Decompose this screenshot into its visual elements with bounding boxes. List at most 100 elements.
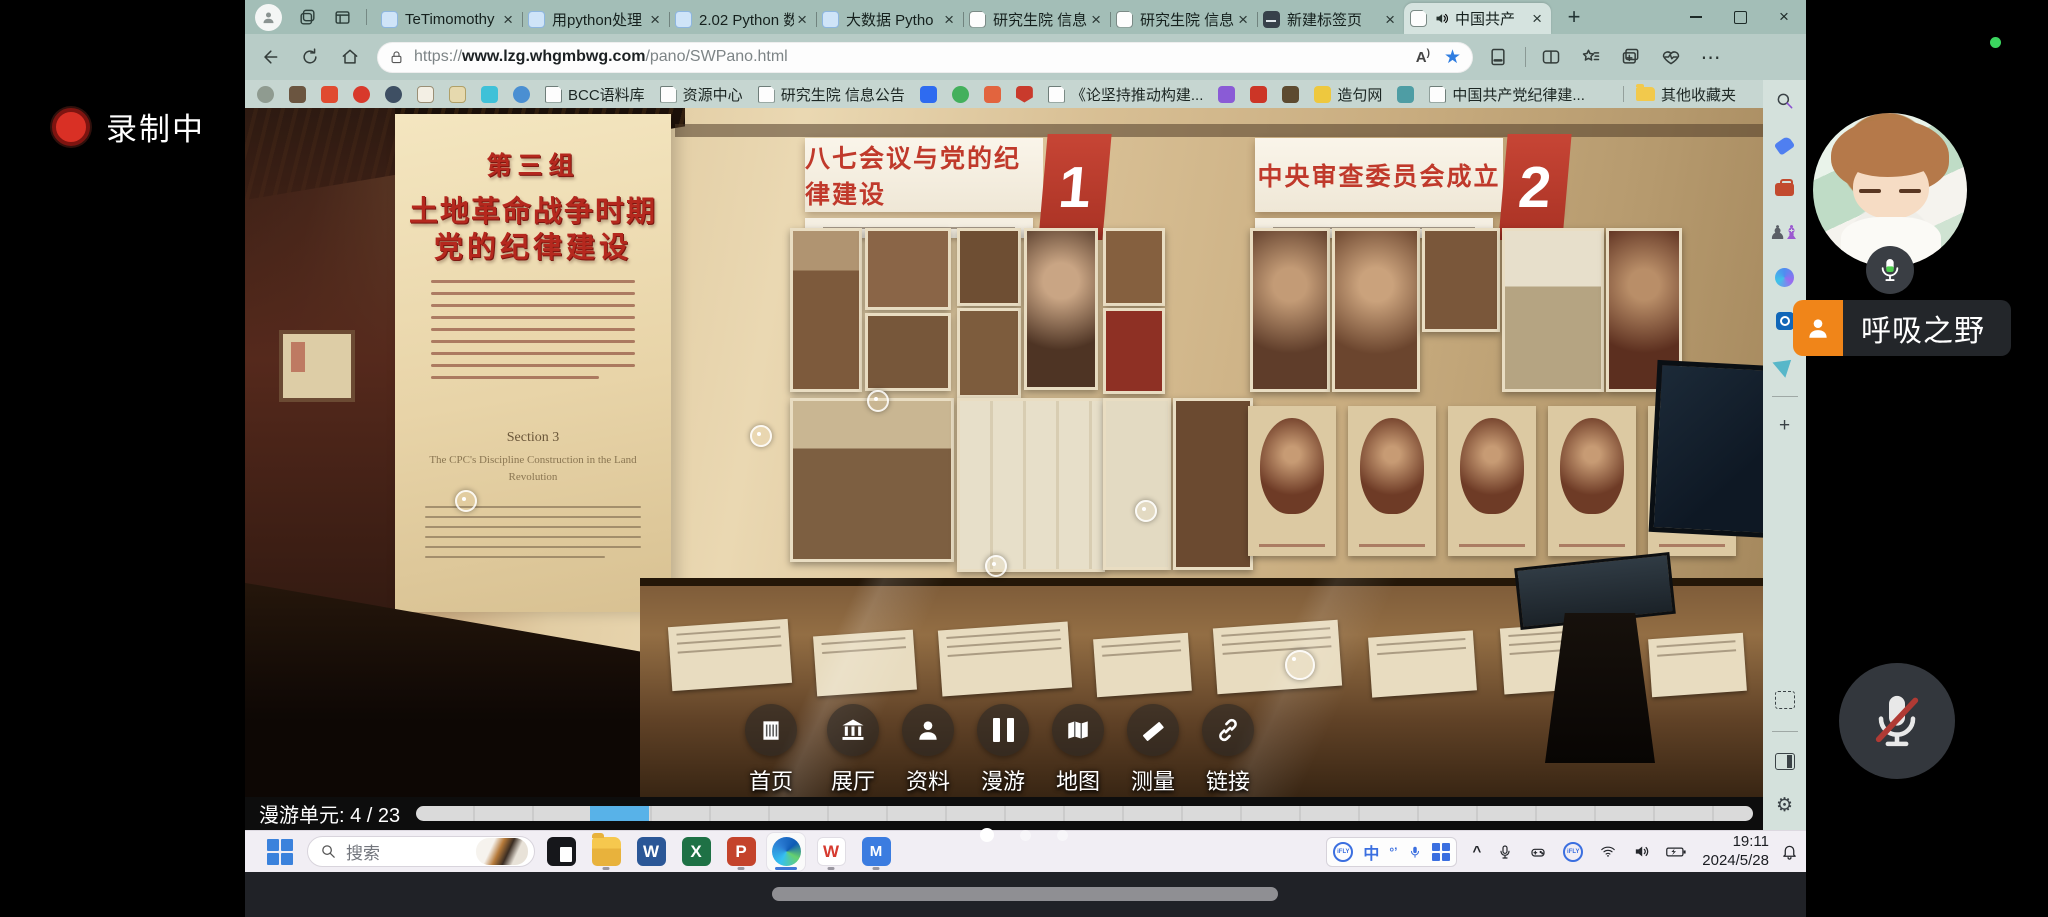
browser-profile-avatar[interactable]	[255, 4, 282, 31]
bookmark-bcc-corpus[interactable]: BCC语料库	[545, 84, 645, 105]
hidden-icons-chevron[interactable]: ^	[1473, 843, 1482, 860]
bookmark-classic-text[interactable]	[449, 86, 466, 103]
bookmark-zaoju-site[interactable]: 造句网	[1314, 84, 1382, 105]
sidebar-copilot-icon[interactable]	[1770, 262, 1800, 292]
web-capture-icon[interactable]	[1770, 685, 1800, 715]
sidebar-toolbox-icon[interactable]	[1770, 174, 1800, 204]
taskbar-meeting-app[interactable]: M	[857, 833, 895, 871]
tray-clock[interactable]: 19:11 2024/5/28	[1702, 833, 1769, 871]
pano-nav-link[interactable]: 链接	[1174, 704, 1282, 796]
wifi-icon[interactable]	[1599, 844, 1617, 859]
lock-icon[interactable]	[389, 50, 404, 65]
new-tab-button[interactable]: +	[1559, 2, 1589, 32]
taskbar-app-dark[interactable]	[542, 833, 580, 871]
taskbar-word[interactable]: W	[632, 833, 670, 871]
bookmark-xi-square[interactable]	[1282, 86, 1299, 103]
other-favorites-folder[interactable]: 其他收藏夹	[1636, 84, 1736, 105]
bookmark-red-flag[interactable]	[321, 86, 338, 103]
sidebar-shopping-icon[interactable]	[1770, 130, 1800, 160]
tab-tetimomothy[interactable]: TeTimomothy ×	[375, 4, 522, 34]
tab-cpc-pano-active[interactable]: 中国共产 ×	[1404, 3, 1551, 34]
taskbar-excel[interactable]: X	[677, 833, 715, 871]
bookmark-zhihu[interactable]	[920, 86, 937, 103]
bookmark-colorful[interactable]	[984, 86, 1001, 103]
tab-close-icon[interactable]: ×	[1235, 11, 1251, 28]
notification-bell-icon[interactable]	[1781, 843, 1798, 861]
ifly-logo-icon[interactable]: iFLY	[1333, 842, 1353, 862]
tab-python-202[interactable]: 2.02 Python 数 ×	[669, 4, 816, 34]
tab-close-icon[interactable]: ×	[647, 11, 663, 28]
bookmark-green-ring[interactable]	[952, 86, 969, 103]
tab-close-icon[interactable]: ×	[1382, 11, 1398, 28]
pano-hotspot[interactable]	[985, 555, 1007, 577]
pano-hotspot[interactable]	[867, 390, 889, 412]
home-button[interactable]	[335, 42, 365, 72]
bookmark-round-logo[interactable]	[257, 86, 274, 103]
sidebar-search-icon[interactable]	[1770, 86, 1800, 116]
settings-more-icon[interactable]: ⋯	[1696, 42, 1726, 72]
favorites-icon[interactable]	[1576, 42, 1606, 72]
bookmark-cpc-discipline-doc[interactable]: 中国共产党纪律建...	[1429, 84, 1585, 105]
bookmark-resource-center[interactable]: 资源中心	[660, 84, 743, 105]
sidebar-panel-icon[interactable]	[1770, 746, 1800, 776]
tab-bigdata-python[interactable]: 大数据 Pytho ×	[816, 4, 963, 34]
sidebar-drop-icon[interactable]	[1770, 350, 1800, 380]
tray-mic-icon[interactable]	[1497, 843, 1513, 861]
ime-toolbar[interactable]: iFLY 中 °’	[1326, 837, 1456, 867]
browser-essentials-icon[interactable]	[1656, 42, 1686, 72]
tab-gradschool-1[interactable]: 研究生院 信息 ×	[963, 4, 1110, 34]
bookmark-red-calligraphy[interactable]	[1250, 86, 1267, 103]
bookmark-shield[interactable]	[1016, 86, 1033, 103]
pano-viewer[interactable]: 第三组 土地革命战争时期 党的纪律建设 Section 3 The CPC's …	[245, 108, 1763, 830]
bookmark-gradient[interactable]	[1218, 86, 1235, 103]
tab-python-process[interactable]: 用python处理 ×	[522, 4, 669, 34]
ime-tone-icon[interactable]: °’	[1389, 845, 1397, 859]
ime-grid-icon[interactable]	[1432, 843, 1450, 861]
bookmark-party-emblem[interactable]	[353, 86, 370, 103]
ime-chinese-mode-icon[interactable]: 中	[1363, 840, 1379, 864]
start-button[interactable]	[267, 839, 293, 865]
sidebar-settings-gear-icon[interactable]: ⚙	[1770, 790, 1800, 820]
bookmark-grad-school-notice[interactable]: 研究生院 信息公告	[758, 84, 905, 105]
pano-hotspot[interactable]	[1285, 650, 1315, 680]
tab-gradschool-2[interactable]: 研究生院 信息 ×	[1110, 4, 1257, 34]
tour-progress-thumb[interactable]	[590, 806, 649, 821]
bookmark-tu-square[interactable]	[1397, 86, 1414, 103]
ime-mic-icon[interactable]	[1408, 844, 1422, 860]
taskbar-search-box[interactable]: 搜索	[307, 836, 535, 867]
taskbar-wps[interactable]: W	[812, 833, 850, 871]
favorite-star-icon[interactable]: ★	[1444, 46, 1461, 69]
taskbar-powerpoint[interactable]: P	[722, 833, 760, 871]
address-bar[interactable]: https://www.lzg.whgmbwg.com/pano/SWPano.…	[377, 42, 1473, 73]
sidebar-games-icon[interactable]: ♟♝	[1770, 218, 1800, 248]
tab-new-tab-page[interactable]: 新建标签页 ×	[1257, 4, 1404, 34]
bookmark-bird[interactable]	[513, 86, 530, 103]
taskbar-file-explorer[interactable]	[587, 833, 625, 871]
tab-close-icon[interactable]: ×	[500, 11, 516, 28]
pano-hotspot[interactable]	[750, 425, 772, 447]
sidebar-customize-plus-icon[interactable]: +	[1770, 411, 1800, 441]
page-indicator-dots[interactable]	[980, 828, 1068, 842]
back-button[interactable]	[255, 42, 285, 72]
bookmark-calligraphy[interactable]	[417, 86, 434, 103]
tray-gamepad-icon[interactable]	[1529, 844, 1547, 860]
bookmark-globe[interactable]	[385, 86, 402, 103]
scroll-handle[interactable]	[772, 887, 1278, 901]
pano-hotspot[interactable]	[455, 490, 477, 512]
close-button[interactable]: ×	[1762, 0, 1806, 34]
taskbar-edge-active[interactable]	[767, 833, 805, 871]
tab-close-icon[interactable]: ×	[794, 11, 810, 28]
tab-close-icon[interactable]: ×	[941, 11, 957, 28]
restore-button[interactable]	[1718, 0, 1762, 34]
tab-close-icon[interactable]: ×	[1529, 10, 1545, 27]
bookmark-lock[interactable]	[481, 86, 498, 103]
split-screen-icon[interactable]	[1536, 42, 1566, 72]
read-aloud-icon[interactable]: A)	[1416, 48, 1430, 66]
volume-icon[interactable]	[1633, 843, 1650, 860]
tab-close-icon[interactable]: ×	[1088, 11, 1104, 28]
bookmark-photo[interactable]	[289, 86, 306, 103]
tour-progress-track[interactable]	[416, 806, 1753, 821]
tray-ifly-icon[interactable]: iFLY	[1563, 842, 1583, 862]
tab-audio-icon[interactable]	[1434, 11, 1449, 26]
pano-hotspot[interactable]	[1135, 500, 1157, 522]
